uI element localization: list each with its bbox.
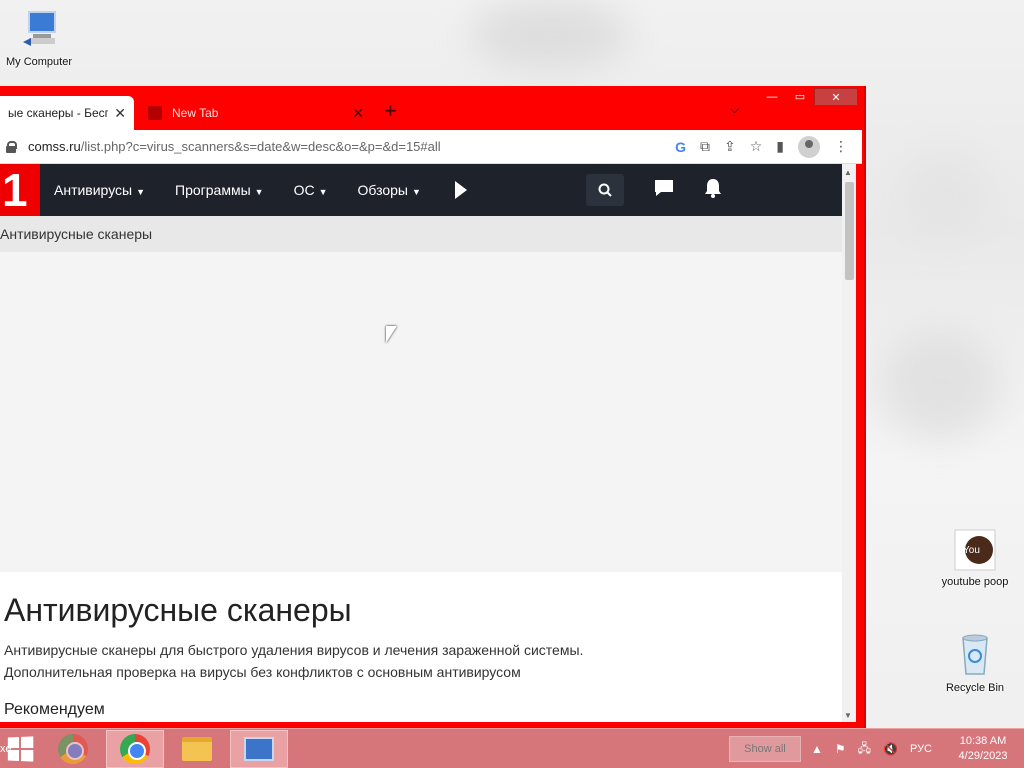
nav-label: ОС: [293, 182, 315, 198]
translate-icon[interactable]: ⧉: [700, 138, 710, 155]
nav-actions: [586, 174, 722, 206]
tab-new-tab[interactable]: New Tab ✕: [140, 96, 372, 130]
close-window-button[interactable]: ✕: [814, 88, 858, 106]
bell-icon[interactable]: [704, 178, 722, 203]
nav-programs[interactable]: Программы ▼: [175, 182, 264, 198]
tab-close-icon[interactable]: ✕: [352, 105, 364, 122]
url-field[interactable]: comss.ru/list.php?c=virus_scanners&s=dat…: [28, 139, 675, 154]
caret-down-icon: ▼: [254, 187, 264, 197]
tray-expand-icon[interactable]: ▲: [811, 742, 823, 756]
wallpaper-blur: [900, 150, 990, 240]
lock-icon[interactable]: [6, 140, 17, 153]
tab-label: New Tab: [172, 106, 219, 120]
tab-antivirus-scanners[interactable]: ые сканеры - Беспл ✕: [0, 96, 134, 130]
tab-close-icon[interactable]: ✕: [114, 105, 126, 122]
caret-down-icon: ▼: [412, 187, 421, 197]
clock[interactable]: 10:38 AM 4/29/2023: [950, 734, 1016, 764]
computer-icon: [23, 11, 56, 46]
youtube-icon: You: [954, 529, 996, 571]
wallpaper-blur: [470, 0, 630, 70]
windows-logo-icon: [7, 735, 34, 762]
desktop-icon-my-computer[interactable]: My Computer: [0, 8, 78, 70]
chat-bubble-icon: [655, 179, 673, 196]
address-bar[interactable]: comss.ru/list.php?c=virus_scanners&s=dat…: [0, 130, 862, 164]
desktop-icon-label: youtube poop: [941, 576, 1009, 588]
chrome-icon: [120, 733, 150, 764]
nav-os[interactable]: ОС ▼: [294, 182, 328, 198]
notification-bell-icon: [705, 178, 721, 198]
browser-window: ые сканеры - Беспл ✕ New Tab ✕ + ⌵ — ▭ ✕…: [0, 86, 866, 728]
nav-antivirus[interactable]: Антивирусы ▼: [54, 182, 145, 198]
taskbar-explorer[interactable]: [168, 730, 226, 768]
site-logo-text: 1: [2, 164, 28, 216]
clock-date: 4/29/2023: [958, 750, 1008, 762]
chrome-icon: [58, 733, 88, 764]
blank-ad-area: [0, 252, 842, 572]
volume-muted-icon[interactable]: 🔇: [883, 742, 898, 756]
article-header: Антивирусные сканеры Антивирусные сканер…: [0, 572, 842, 722]
desktop-icon-label: Recycle Bin: [945, 682, 1005, 694]
taskbar: xe Show all ▲ ⚑ 🖧 🔇 РУС 10:38 AM 4/29/20…: [0, 728, 1024, 768]
site-logo[interactable]: 1: [0, 164, 40, 216]
maximize-button[interactable]: ▭: [786, 88, 814, 106]
description-line-1: Антивирусные сканеры для быстрого удален…: [4, 642, 584, 658]
page-viewport: 1 Антивирусы ▼ Программы ▼ ОС ▼ Обзоры ▼ Ант…: [0, 164, 856, 722]
minimize-button[interactable]: —: [758, 88, 786, 106]
taskbar-chrome-active[interactable]: [106, 729, 164, 768]
window-controls: — ▭ ✕: [758, 88, 858, 106]
wallpaper-blur: [880, 330, 1000, 440]
svg-text:You: You: [963, 545, 980, 556]
taskbar-chrome-pinned[interactable]: [44, 730, 102, 768]
play-icon[interactable]: [454, 181, 467, 199]
system-tray: Show all ▲ ⚑ 🖧 🔇 РУС 10:38 AM 4/29/2023: [728, 729, 1024, 768]
search-button[interactable]: [586, 174, 624, 206]
mouse-cursor-icon: [386, 326, 397, 343]
action-center-flag-icon[interactable]: ⚑: [835, 742, 846, 756]
search-icon: [598, 183, 612, 197]
bookmark-star-icon[interactable]: ☆: [750, 138, 763, 155]
google-lens-icon[interactable]: G: [675, 139, 686, 155]
url-host: comss.ru: [28, 139, 81, 154]
url-path: /list.php?c=virus_scanners&s=date&w=desc…: [80, 139, 441, 154]
description-line-2: Дополнительная проверка на вирусы без ко…: [4, 664, 521, 680]
side-panel-icon[interactable]: ▮: [776, 138, 784, 155]
kebab-menu-icon[interactable]: ⋮: [834, 138, 848, 155]
network-icon[interactable]: 🖧: [858, 739, 871, 760]
nav-label: Программы: [175, 182, 251, 198]
recycle-bin-icon: [962, 634, 988, 675]
page-description: Антивирусные сканеры для быстрого удален…: [4, 639, 842, 683]
caret-down-icon: ▼: [318, 187, 328, 197]
scroll-up-arrow-icon[interactable]: ▲: [844, 168, 852, 177]
address-bar-actions: G ⧉ ⇪ ☆ ▮ ⋮: [675, 135, 848, 158]
monitor-icon: [244, 736, 274, 761]
taskbar-remote-app[interactable]: [230, 729, 288, 768]
folder-icon: [182, 736, 212, 761]
page-favicon-icon: [148, 106, 162, 120]
site-navbar: 1 Антивирусы ▼ Программы ▼ ОС ▼ Обзоры ▼: [0, 164, 842, 216]
show-all-button[interactable]: Show all: [728, 736, 801, 762]
title-bar: ые сканеры - Беспл ✕ New Tab ✕ + ⌵ — ▭ ✕: [0, 86, 864, 130]
clock-time: 10:38 AM: [959, 735, 1007, 747]
share-icon[interactable]: ⇪: [724, 138, 736, 155]
nav-reviews[interactable]: Обзоры ▼: [358, 182, 421, 198]
nav-label: Обзоры: [357, 182, 409, 198]
page-scrollbar[interactable]: ▲ ▼: [842, 164, 856, 722]
chat-icon[interactable]: [654, 179, 674, 202]
new-tab-button[interactable]: +: [384, 100, 397, 122]
desktop-icon-youtube-poop[interactable]: You youtube poop: [936, 528, 1014, 590]
tab-search-chevron-icon[interactable]: ⌵: [730, 102, 739, 117]
language-indicator[interactable]: РУС: [910, 743, 932, 755]
page-title: Антивирусные сканеры: [4, 592, 352, 628]
profile-avatar-icon[interactable]: [798, 135, 820, 158]
scrollbar-thumb[interactable]: [845, 182, 854, 280]
recommended-heading: Рекомендуем: [4, 701, 105, 718]
breadcrumb[interactable]: Антивирусные сканеры: [0, 216, 842, 252]
nav-label: Антивирусы: [54, 182, 133, 198]
tab-label: ые сканеры - Беспл: [8, 106, 109, 120]
desktop-icon-label: My Computer: [5, 56, 73, 68]
desktop-icon-recycle-bin[interactable]: Recycle Bin: [936, 632, 1014, 696]
scroll-down-arrow-icon[interactable]: ▼: [844, 711, 852, 720]
caret-down-icon: ▼: [136, 187, 146, 197]
